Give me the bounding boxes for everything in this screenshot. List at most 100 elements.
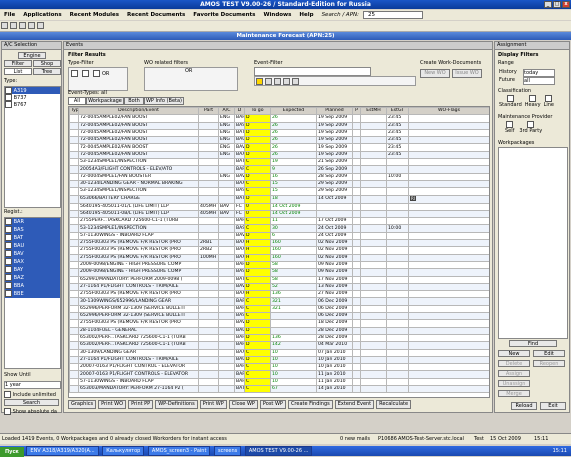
search-apn-input[interactable]: 25: [362, 11, 423, 19]
maximize-icon[interactable]: □: [553, 1, 561, 8]
menu-favorite-documents[interactable]: Favorite Documents: [189, 12, 259, 18]
tab-workpackage[interactable]: Workpackage: [86, 97, 124, 105]
list-item[interactable]: BAR: [5, 218, 60, 226]
bottom-button-create-findings[interactable]: Create Findings: [287, 400, 333, 409]
table-row[interactable]: 2755F00303 PS (REMOVE F/R RESTOR (PRO BAX…: [69, 290, 489, 299]
table-row[interactable]: 652996/PERFORM 32-1309 (SERVICE BULLETI B…: [69, 311, 489, 321]
reload-button[interactable]: Reload: [511, 402, 537, 410]
filter-icon[interactable]: [292, 78, 299, 85]
delete-button[interactable]: Delete: [498, 360, 530, 367]
table-row[interactable]: 5640195-405011-0B/L (LIFE LIMIT) LLP 405M…: [69, 209, 489, 219]
column-header[interactable]: Part: [198, 107, 219, 116]
list-item[interactable]: BAT: [5, 234, 60, 242]
aircraft-type-list[interactable]: A319 B737 B767: [4, 86, 61, 208]
home-icon[interactable]: [1, 22, 8, 29]
new-wo-button[interactable]: New WO: [420, 69, 450, 78]
issue-wo-button[interactable]: Issue WO: [452, 69, 482, 78]
table-row[interactable]: 57-1130WINGS - INBOARD FLAP BAV D 6 24 Oct 2…: [69, 231, 489, 241]
table-row[interactable]: 72-0045AMPLE02/FAN BOOST ENGBARD2619 Sep …: [69, 114, 489, 123]
classification-checks[interactable]: Standard Heavy Line: [499, 95, 554, 108]
bottom-button-print-pp[interactable]: Print PP: [128, 400, 154, 409]
type-filter-box[interactable]: OR: [68, 67, 128, 91]
include-unlimited[interactable]: Include unlimited: [4, 391, 56, 398]
list-item[interactable]: BAX: [5, 258, 60, 266]
tab-all[interactable]: All: [68, 97, 86, 105]
table-row[interactable]: 20054A3/FLIGHT CONTROLS - ELEV/ATO BARC92…: [69, 165, 489, 174]
table-row[interactable]: 652996/PERFORM 32-1309 (SERVICE BULLETI B…: [69, 304, 489, 314]
find-button[interactable]: Find: [509, 340, 557, 347]
table-row[interactable]: 72-0045AMPLE02/FAN BOOST ENGBAXD2619 Sep …: [69, 150, 489, 160]
table-row[interactable]: 53-1234SMPLE1/INSPECTION BAS C 30 24 Oct 200…: [69, 224, 489, 233]
list-item[interactable]: B767: [5, 101, 60, 108]
tab-shop[interactable]: Shop: [33, 60, 61, 67]
print-icon[interactable]: [28, 22, 35, 29]
event-filter-input[interactable]: [254, 67, 371, 76]
column-header[interactable]: WO-Flags: [408, 107, 489, 116]
menu-recent-documents[interactable]: Recent Documents: [123, 12, 189, 18]
filter-icon[interactable]: [265, 78, 272, 85]
filter-icon[interactable]: [256, 78, 263, 85]
unassign-button[interactable]: Unassign: [498, 380, 530, 387]
table-row[interactable]: 28-1104FUEL - GENERAL BAUD 28 Dec 2009: [69, 326, 489, 335]
table-row[interactable]: 20007-0163 P1/FLIGHT CONTROLS - ELEVATOR…: [69, 370, 489, 379]
column-header[interactable]: D: [234, 107, 245, 116]
table-row[interactable]: 2755F00303 PS (REMOVE F/R RESTOR (PRO 2RB…: [69, 246, 489, 255]
table-row[interactable]: 30-1234ILANDING GEAR - NORMAL BRAKING BAX…: [69, 179, 489, 189]
bottom-button-close-wp[interactable]: Close WP: [228, 400, 258, 409]
table-row[interactable]: 27-1164 P1/FLIGHT CONTROLS - TRIM/AILE BA…: [69, 282, 489, 292]
menu-recent-modules[interactable]: Recent Modules: [66, 12, 123, 18]
tab-list[interactable]: List: [4, 68, 32, 75]
table-row[interactable]: 72-0045AMPLE02/FAN BOOST ENG BAS D 26 19 Sep …: [69, 121, 489, 130]
table-row[interactable]: 27-1164 P1/FLIGHT CONTROLS - TRIM/AILE BA…: [69, 355, 489, 365]
start-button[interactable]: Пуск: [0, 446, 24, 457]
show-until-select[interactable]: 1 year: [4, 381, 61, 389]
filter-icon[interactable]: [283, 78, 290, 85]
taskbar-item-active[interactable]: AMOS TEST V9.00-26 ...: [244, 446, 313, 456]
table-row[interactable]: 2755F00303 PS (REMOVE F/R RESTOR (PRO BAV…: [69, 319, 489, 328]
table-row[interactable]: 72-0045AMPLE02/FAN BOOST ENG BAT D 26 19 Sep …: [69, 128, 489, 138]
table-row[interactable]: 5640195-405011-01/L (LIFE LIMIT) LLP 405M…: [69, 202, 489, 211]
include-unlimited-checkbox[interactable]: [4, 391, 11, 398]
bottom-button-graphics[interactable]: Graphics: [68, 400, 97, 409]
history-select[interactable]: today: [523, 69, 555, 77]
provider-checks[interactable]: Self 3rd Party: [505, 121, 542, 134]
table-row[interactable]: 57-1130WINGS - INBOARD FLAP BARC1011 Jan …: [69, 377, 489, 387]
table-row[interactable]: 30-1309/LANDING GEAR BAXC1007 Jan 2010: [69, 348, 489, 357]
column-header[interactable]: Description/Event: [78, 107, 199, 116]
table-row[interactable]: 2755F00303 PS (REMOVE F/R RESTOR (PRO 100…: [69, 253, 489, 262]
table-row[interactable]: 53-1234SMPLE1/INSPECTION BAS C 15 29 Sep 200…: [69, 187, 489, 196]
list-item[interactable]: A319: [5, 87, 60, 94]
filter-icon[interactable]: [274, 78, 281, 85]
bottom-button-recalculate[interactable]: Recalculate: [376, 400, 412, 409]
bottom-button-print-wp[interactable]: Print WP: [199, 400, 227, 409]
table-row[interactable]: 2009-0098/ENGINE - HIGH PRESSURE COMP BAS…: [69, 268, 489, 277]
list-item[interactable]: BAY: [5, 266, 60, 274]
list-item[interactable]: BAV: [5, 250, 60, 258]
table-row[interactable]: 2755PERF...TASKCARD 725600-C1-1 (TURB BAR…: [69, 217, 489, 226]
menu-file[interactable]: File: [0, 12, 19, 18]
table-row[interactable]: 72-0045AMPLE02/FAN BOOST ENG BAV D 26 19 Sep …: [69, 143, 489, 152]
column-header[interactable]: A/C: [218, 107, 235, 116]
table-row[interactable]: 72-0045AMPLE02/FAN BOOST ENGBAUD2619 Sep …: [69, 136, 489, 145]
column-header[interactable]: EstGT: [386, 107, 409, 116]
column-header[interactable]: EstMH: [360, 107, 387, 116]
bottom-button-wp-definitions[interactable]: WP-Definitions: [155, 400, 198, 409]
reopen-button[interactable]: Reopen: [533, 360, 565, 367]
table-row[interactable]: 30-1309WINGS/652996/LANDING GEAR BARC3210…: [69, 297, 489, 306]
exit-button[interactable]: Exit: [540, 402, 566, 410]
list-item[interactable]: B737: [5, 94, 60, 101]
events-table-container[interactable]: TypeDescription/EventPartA/CDTo goExpect…: [68, 106, 490, 398]
column-header[interactable]: Type: [69, 107, 79, 116]
taskbar-item[interactable]: Калькулятор: [102, 446, 145, 456]
new-button[interactable]: New: [498, 350, 530, 357]
taskbar-item[interactable]: ENV A318/A319/A320(A...: [26, 446, 99, 456]
future-select[interactable]: all: [523, 77, 555, 85]
column-header[interactable]: Expected: [270, 107, 317, 116]
help-icon[interactable]: [37, 22, 44, 29]
tab-filter[interactable]: Filter: [4, 60, 32, 67]
table-row[interactable]: 652991/MANDATORY: PERFORM 2009-0098 (BAT…: [69, 275, 489, 284]
bottom-button-post-wp[interactable]: Post WP: [259, 400, 286, 409]
table-row[interactable]: 2755F00303 PS (REMOVE F/R RESTOR (PRO 2RB…: [69, 239, 489, 248]
tab-tree[interactable]: Tree: [33, 68, 61, 75]
list-item[interactable]: BAU: [5, 242, 60, 250]
